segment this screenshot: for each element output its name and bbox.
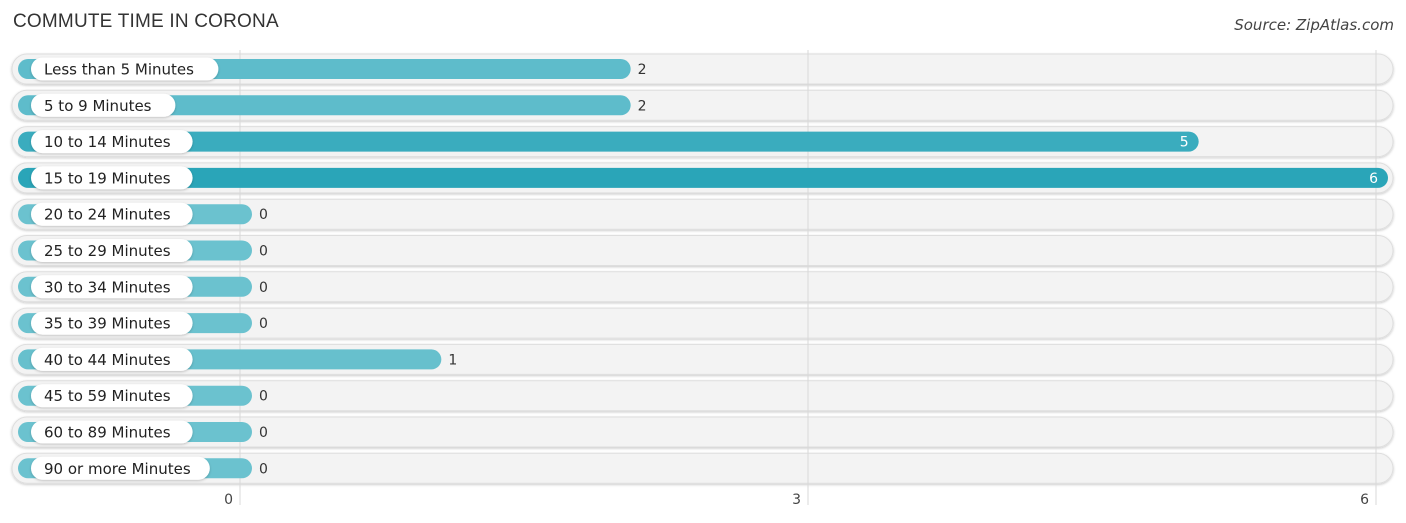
value-label: 0 [259,461,268,477]
category-label: 45 to 59 Minutes [44,387,171,405]
value-label: 0 [259,207,268,223]
value-label: 0 [259,316,268,332]
value-label: 2 [638,98,647,114]
category-label: 25 to 29 Minutes [44,242,171,260]
category-label: 5 to 9 Minutes [44,97,152,115]
category-label: 90 or more Minutes [44,460,191,478]
x-tick-label: 0 [224,492,233,508]
value-label: 5 [1180,135,1189,151]
category-label: 40 to 44 Minutes [44,351,171,369]
category-label: 20 to 24 Minutes [44,206,171,224]
bar [18,167,1388,188]
category-label: Less than 5 Minutes [44,61,194,79]
bar [18,131,1199,152]
value-label: 0 [259,244,268,260]
value-label: 0 [259,389,268,405]
x-tick-label: 6 [1360,492,1369,508]
category-label: 10 to 14 Minutes [44,133,171,151]
value-label: 1 [448,352,457,368]
value-label: 2 [638,62,647,78]
value-label: 0 [259,425,268,441]
bar-chart: Less than 5 Minutes 2 5 to 9 Minutes 2 10 to… [11,50,1394,508]
category-label: 30 to 34 Minutes [44,278,171,296]
value-label: 6 [1369,171,1378,187]
value-label: 0 [259,280,268,296]
category-label: 35 to 39 Minutes [44,315,171,333]
category-label: 15 to 19 Minutes [44,169,171,187]
x-tick-label: 3 [792,492,801,508]
category-label: 60 to 89 Minutes [44,424,171,442]
